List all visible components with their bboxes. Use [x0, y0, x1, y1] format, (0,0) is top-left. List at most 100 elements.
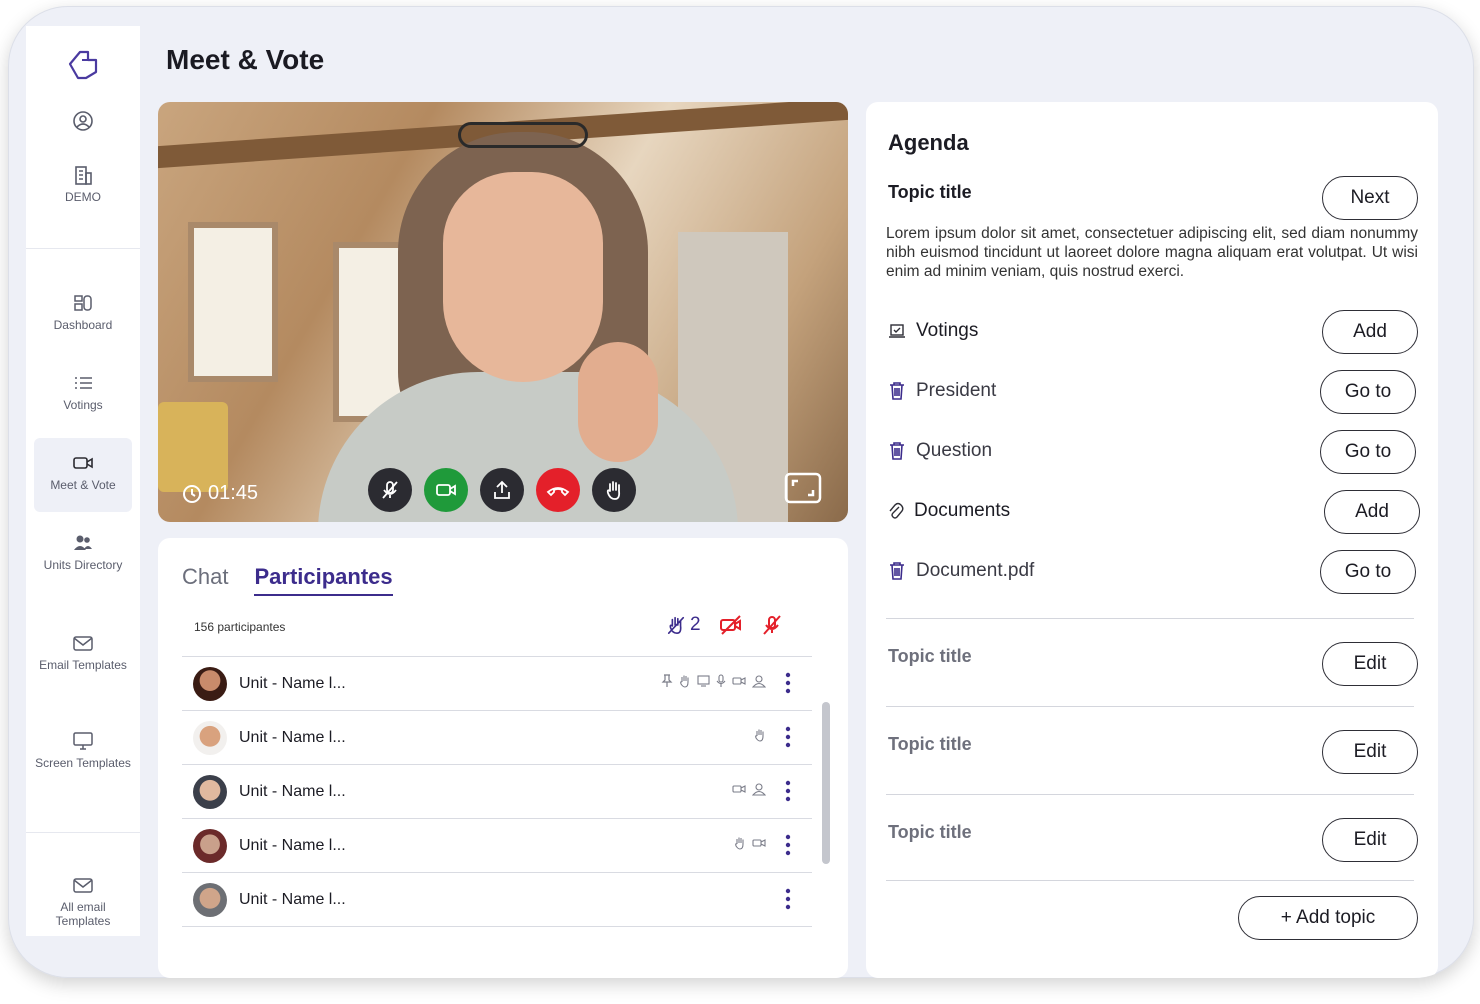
voting-item-label[interactable]: President — [916, 380, 996, 402]
more-options-icon[interactable] — [784, 833, 792, 857]
sidebar-divider — [26, 832, 140, 833]
speaker-hand — [578, 342, 658, 462]
more-options-icon[interactable] — [784, 671, 792, 695]
add-voting-button[interactable]: Add — [1322, 310, 1418, 354]
edit-topic-button[interactable]: Edit — [1322, 642, 1418, 686]
sidebar-item-label: Units Directory — [43, 558, 123, 572]
participants-list: Unit - Name l... Unit - Name l... Unit -… — [182, 656, 812, 927]
list-icon — [75, 377, 92, 389]
mute-mic-button[interactable] — [368, 468, 412, 512]
participant-row[interactable]: Unit - Name l... — [182, 818, 812, 872]
goto-document-button[interactable]: Go to — [1320, 550, 1416, 594]
sidebar-item-meet-vote[interactable]: Meet & Vote — [34, 438, 132, 512]
building-icon — [75, 166, 92, 185]
call-timer: 01:45 — [182, 482, 258, 505]
mail-icon — [73, 878, 93, 893]
agenda-divider — [886, 706, 1414, 707]
voting-item: President — [888, 380, 996, 402]
avatar — [193, 720, 227, 755]
hang-up-button[interactable] — [536, 468, 580, 512]
page-title: Meet & Vote — [166, 44, 325, 75]
documents-section: Documents — [888, 500, 1010, 522]
camera-icon — [752, 839, 766, 847]
sidebar-item-demo[interactable]: DEMO — [34, 164, 132, 204]
topic-title[interactable]: Topic title — [888, 734, 972, 755]
trash-icon[interactable] — [888, 561, 906, 581]
share-icon — [494, 480, 510, 499]
raise-hand-icon — [667, 616, 685, 635]
people-icon — [74, 535, 92, 550]
document-item-label[interactable]: Document.pdf — [916, 560, 1034, 582]
trash-icon[interactable] — [888, 381, 906, 401]
add-document-button[interactable]: Add — [1324, 490, 1420, 534]
sidebar-item-label: Email Templates — [39, 658, 127, 672]
sidebar-item-votings[interactable]: Votings — [34, 372, 132, 412]
goto-voting-button[interactable]: Go to — [1320, 370, 1416, 414]
sidebar-item-label: Meet & Vote — [50, 478, 116, 492]
next-topic-button[interactable]: Next — [1322, 176, 1418, 220]
sidebar-item-label: Votings — [63, 398, 103, 412]
fullscreen-icon[interactable] — [784, 472, 822, 504]
agenda-title: Agenda — [888, 130, 969, 155]
sidebar-item-screen-templates[interactable]: Screen Templates — [34, 730, 132, 770]
participant-name: Unit - Name l... — [239, 674, 346, 692]
tab-participants[interactable]: Participantes — [254, 564, 393, 596]
edit-topic-button[interactable]: Edit — [1322, 730, 1418, 774]
sidebar-item-label: Dashboard — [53, 318, 113, 332]
video-icon — [73, 457, 93, 469]
topic-description: Lorem ipsum dolor sit amet, consectetuer… — [886, 225, 1418, 280]
sidebar-item-email-templates[interactable]: Email Templates — [34, 632, 132, 672]
sidebar-item-label: DEMO — [65, 190, 101, 204]
participant-name: Unit - Name l... — [239, 836, 346, 854]
clock-icon — [183, 484, 201, 503]
share-screen-button[interactable] — [480, 468, 524, 512]
participant-row[interactable]: Unit - Name l... — [182, 872, 812, 926]
camera-button[interactable] — [424, 468, 468, 512]
participant-row[interactable]: Unit - Name l... — [182, 764, 812, 818]
participant-row[interactable]: Unit - Name l... — [182, 710, 812, 764]
sidebar-item-units-directory[interactable]: Units Directory — [34, 532, 132, 572]
current-topic-title: Topic title — [888, 182, 972, 202]
topic-title[interactable]: Topic title — [888, 646, 972, 667]
sidebar-item-all-email-templates[interactable]: All email Templates — [34, 874, 132, 936]
hand-icon — [755, 729, 764, 742]
sidebar-item-profile[interactable] — [34, 110, 132, 136]
avatar — [193, 882, 227, 917]
goto-voting-button[interactable]: Go to — [1320, 430, 1416, 474]
voting-item-label[interactable]: Question — [916, 440, 992, 462]
sidebar-item-label: All email Templates — [55, 900, 111, 928]
thumbs-up-hand-icon[interactable] — [64, 46, 102, 82]
trash-icon[interactable] — [888, 441, 906, 461]
more-options-icon[interactable] — [784, 779, 792, 803]
monitor-icon — [73, 732, 93, 750]
raise-hand-button[interactable] — [592, 468, 636, 512]
participants-scrollbar[interactable] — [822, 702, 830, 864]
more-options-icon[interactable] — [784, 725, 792, 749]
participant-name: Unit - Name l... — [239, 728, 346, 746]
raise-hand-icon — [606, 481, 621, 500]
sidebar-divider — [26, 248, 140, 249]
participant-row[interactable]: Unit - Name l... — [182, 656, 812, 710]
document-item: Document.pdf — [888, 560, 1034, 582]
add-topic-button[interactable]: + Add topic — [1238, 896, 1418, 940]
participant-name: Unit - Name l... — [239, 890, 346, 908]
hand-icon — [680, 675, 689, 688]
topic-title[interactable]: Topic title — [888, 822, 972, 843]
participants-panel: Chat Participantes 156 participantes 2 U… — [158, 538, 848, 978]
edit-topic-button[interactable]: Edit — [1322, 818, 1418, 862]
tablet-frame: DEMO Dashboard Votings Meet & Vote Units… — [8, 6, 1474, 978]
raised-hands-count: 2 — [690, 614, 701, 635]
dashboard-icon — [74, 295, 92, 311]
sidebar-item-dashboard[interactable]: Dashboard — [34, 292, 132, 332]
camera-icon — [732, 785, 746, 793]
more-options-icon[interactable] — [784, 887, 792, 911]
ballot-icon — [889, 324, 905, 338]
agenda-panel: Agenda Topic title Next Lorem ipsum dolo… — [866, 102, 1438, 978]
tab-chat[interactable]: Chat — [182, 564, 228, 596]
participants-count: 156 participantes — [194, 620, 286, 634]
camera-off-icon[interactable] — [719, 614, 743, 636]
camera-icon — [732, 677, 746, 685]
hand-icon — [735, 837, 744, 850]
mic-off-icon[interactable] — [761, 614, 783, 636]
avatar — [193, 828, 227, 863]
